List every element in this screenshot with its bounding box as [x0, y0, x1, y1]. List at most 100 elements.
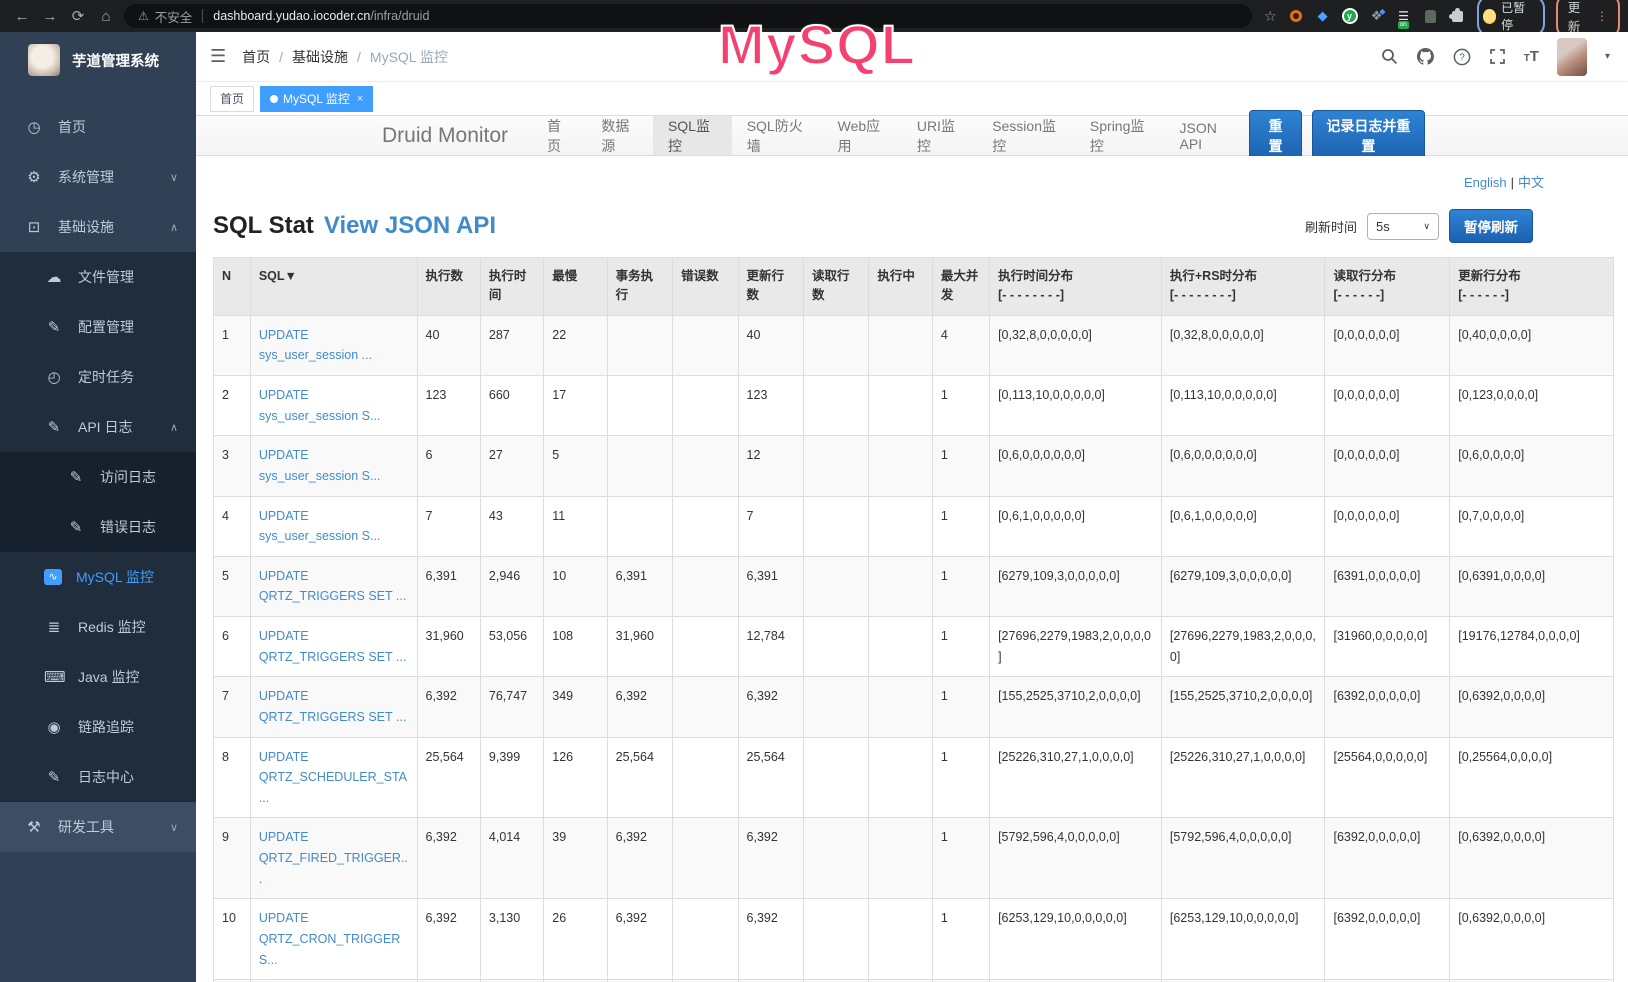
- extension-kite-icon[interactable]: ◆: [1315, 8, 1331, 24]
- tab-MySQL 监控[interactable]: MySQL 监控×: [260, 86, 373, 112]
- extension-list-icon[interactable]: ☰on: [1396, 8, 1412, 24]
- sidebar-item-label: 基础设施: [58, 217, 114, 237]
- forward-icon[interactable]: →: [36, 8, 64, 25]
- sidebar-item-error-log[interactable]: ✎错误日志: [0, 502, 196, 552]
- extension-donut-icon[interactable]: [1288, 8, 1304, 24]
- reload-icon[interactable]: ⟳: [64, 7, 92, 25]
- column-header-update_row_dist[interactable]: 更新行分布[- - - - - -]: [1450, 258, 1614, 316]
- error-log-icon: ✎: [66, 518, 86, 536]
- column-header-slowest[interactable]: 最慢: [544, 258, 607, 316]
- refresh-interval-select[interactable]: 5s∨: [1367, 213, 1439, 240]
- cell-exec_time: 53,056: [480, 617, 543, 677]
- sidebar-item-file[interactable]: ☁文件管理: [0, 252, 196, 302]
- hamburger-icon[interactable]: ☰: [210, 46, 226, 67]
- column-header-max_concurrent[interactable]: 最大并发: [932, 258, 989, 316]
- druid-brand[interactable]: Druid Monitor: [382, 124, 508, 148]
- sidebar-item-trace[interactable]: ◉链路追踪: [0, 702, 196, 752]
- sidebar-item-infra[interactable]: ⊡基础设施∧: [0, 202, 196, 252]
- sql-statement-link[interactable]: UPDATE sys_user_session S...: [259, 448, 381, 483]
- druid-nav-URI监控[interactable]: URI监控: [902, 116, 977, 155]
- sql-statement-link[interactable]: UPDATE sys_user_session ...: [259, 328, 372, 363]
- sidebar-header[interactable]: 芋道管理系统: [0, 32, 196, 88]
- cell-update_rows: 7: [738, 496, 803, 556]
- access-log-icon: ✎: [66, 468, 86, 486]
- sidebar-item-mysql[interactable]: ∿MySQL 监控: [0, 552, 196, 602]
- avatar-caret-icon[interactable]: ▾: [1605, 51, 1610, 62]
- druid-nav-数据源[interactable]: 数据源: [586, 116, 653, 155]
- column-header-running[interactable]: 执行中: [869, 258, 932, 316]
- cell-fetch_row_dist: [31960,0,0,0,0,0]: [1325, 617, 1450, 677]
- druid-nav-Session监控[interactable]: Session监控: [977, 116, 1075, 155]
- font-size-icon[interactable]: TTTT: [1524, 48, 1539, 65]
- cell-n: 5: [214, 556, 251, 616]
- sidebar-item-job[interactable]: ◴定时任务: [0, 352, 196, 402]
- breadcrumb-item[interactable]: 首页: [242, 47, 270, 67]
- reset-button[interactable]: 重置: [1249, 110, 1301, 162]
- search-icon[interactable]: [1381, 48, 1398, 65]
- column-header-exec_time_dist[interactable]: 执行时间分布[- - - - - - - -]: [990, 258, 1162, 316]
- column-header-exec_time[interactable]: 执行时间: [480, 258, 543, 316]
- sidebar-item-redis[interactable]: ≣Redis 监控: [0, 602, 196, 652]
- sql-statement-link[interactable]: UPDATE QRTZ_TRIGGERS SET ...: [259, 569, 406, 604]
- sidebar-item-label: 配置管理: [78, 317, 134, 337]
- breadcrumb-item[interactable]: 基础设施: [292, 47, 348, 67]
- sidebar-item-system[interactable]: ⚙系统管理∨: [0, 152, 196, 202]
- view-json-api-link[interactable]: View JSON API: [324, 212, 496, 240]
- extensions-puzzle-icon[interactable]: [1450, 8, 1466, 24]
- tab-close-icon[interactable]: ×: [357, 93, 363, 105]
- druid-nav-Web应用[interactable]: Web应用: [823, 116, 902, 155]
- address-bar[interactable]: ⚠ 不安全 dashboard.yudao.iocoder.cn/infra/d…: [124, 4, 1252, 28]
- extension-vue-devtools-icon[interactable]: y: [1342, 8, 1358, 24]
- druid-nav-SQL监控[interactable]: SQL监控: [653, 116, 732, 155]
- pause-refresh-button[interactable]: 暂停刷新: [1449, 209, 1533, 243]
- sql-statement-link[interactable]: UPDATE QRTZ_CRON_TRIGGERS...: [259, 911, 400, 966]
- user-avatar[interactable]: [1557, 38, 1587, 76]
- sidebar-item-devtools[interactable]: ⚒研发工具∨: [0, 802, 196, 852]
- log-and-reset-button[interactable]: 记录日志并重置: [1312, 110, 1425, 162]
- table-row: 7UPDATE QRTZ_TRIGGERS SET ...6,39276,747…: [214, 677, 1614, 737]
- druid-nav-JSON API[interactable]: JSON API: [1164, 116, 1249, 155]
- back-icon[interactable]: ←: [8, 8, 36, 25]
- language-link-中文[interactable]: 中文: [1518, 175, 1544, 190]
- home-icon[interactable]: ⌂: [92, 8, 120, 25]
- column-header-errors[interactable]: 错误数: [673, 258, 738, 316]
- sidebar-item-java[interactable]: ⌨Java 监控: [0, 652, 196, 702]
- druid-nav-首页[interactable]: 首页: [532, 116, 586, 155]
- column-header-fetch_rows[interactable]: 读取行数: [803, 258, 868, 316]
- sidebar-item-config[interactable]: ✎配置管理: [0, 302, 196, 352]
- cell-exec_time: 3,130: [480, 899, 543, 980]
- column-header-exec_count[interactable]: 执行数: [417, 258, 480, 316]
- sidebar-item-access-log[interactable]: ✎访问日志: [0, 452, 196, 502]
- table-row: 1UPDATE sys_user_session ...4028722404[0…: [214, 315, 1614, 375]
- column-header-sql[interactable]: SQL▼: [250, 258, 417, 316]
- sidebar-item-home[interactable]: ◷首页: [0, 102, 196, 152]
- language-link-English[interactable]: English: [1464, 175, 1507, 190]
- fullscreen-icon[interactable]: [1489, 48, 1506, 65]
- column-header-fetch_row_dist[interactable]: 读取行分布[- - - - - -]: [1325, 258, 1450, 316]
- druid-nav-SQL防火墙[interactable]: SQL防火墙: [732, 116, 823, 155]
- cell-exec_time_dist: [0,32,8,0,0,0,0,0]: [990, 315, 1162, 375]
- github-icon[interactable]: [1416, 47, 1435, 66]
- sql-statement-link[interactable]: UPDATE QRTZ_TRIGGERS SET ...: [259, 629, 406, 664]
- druid-nav-Spring监控[interactable]: Spring监控: [1075, 116, 1165, 155]
- column-header-txn[interactable]: 事务执行: [607, 258, 672, 316]
- sql-statement-link[interactable]: UPDATE QRTZ_FIRED_TRIGGER...: [259, 830, 408, 885]
- sql-statement-link[interactable]: UPDATE sys_user_session S...: [259, 509, 381, 544]
- sql-statement-link[interactable]: UPDATE sys_user_session S...: [259, 388, 381, 423]
- extension-blocks-icon[interactable]: ❖◆: [1369, 8, 1385, 24]
- bookmark-star-icon[interactable]: ☆: [1264, 8, 1277, 25]
- sql-statement-link[interactable]: UPDATE QRTZ_SCHEDULER_STA...: [259, 750, 407, 805]
- cell-txn: [607, 376, 672, 436]
- column-header-n[interactable]: N: [214, 258, 251, 316]
- tab-首页[interactable]: 首页: [210, 86, 254, 112]
- column-header-update_rows[interactable]: 更新行数: [738, 258, 803, 316]
- sidebar-item-log-center[interactable]: ✎日志中心: [0, 752, 196, 802]
- file-manage-icon: ☁: [44, 268, 64, 286]
- column-header-exec_rs_dist[interactable]: 执行+RS时分布[- - - - - - - -]: [1161, 258, 1325, 316]
- extension-misc-icon[interactable]: [1423, 8, 1439, 24]
- sql-statement-link[interactable]: UPDATE QRTZ_TRIGGERS SET ...: [259, 689, 406, 724]
- help-icon[interactable]: ?: [1453, 48, 1471, 66]
- security-label[interactable]: 不安全: [155, 7, 193, 26]
- cell-exec_rs_dist: [0,113,10,0,0,0,0,0]: [1161, 376, 1325, 436]
- sidebar-item-api-log[interactable]: ✎API 日志∧: [0, 402, 196, 452]
